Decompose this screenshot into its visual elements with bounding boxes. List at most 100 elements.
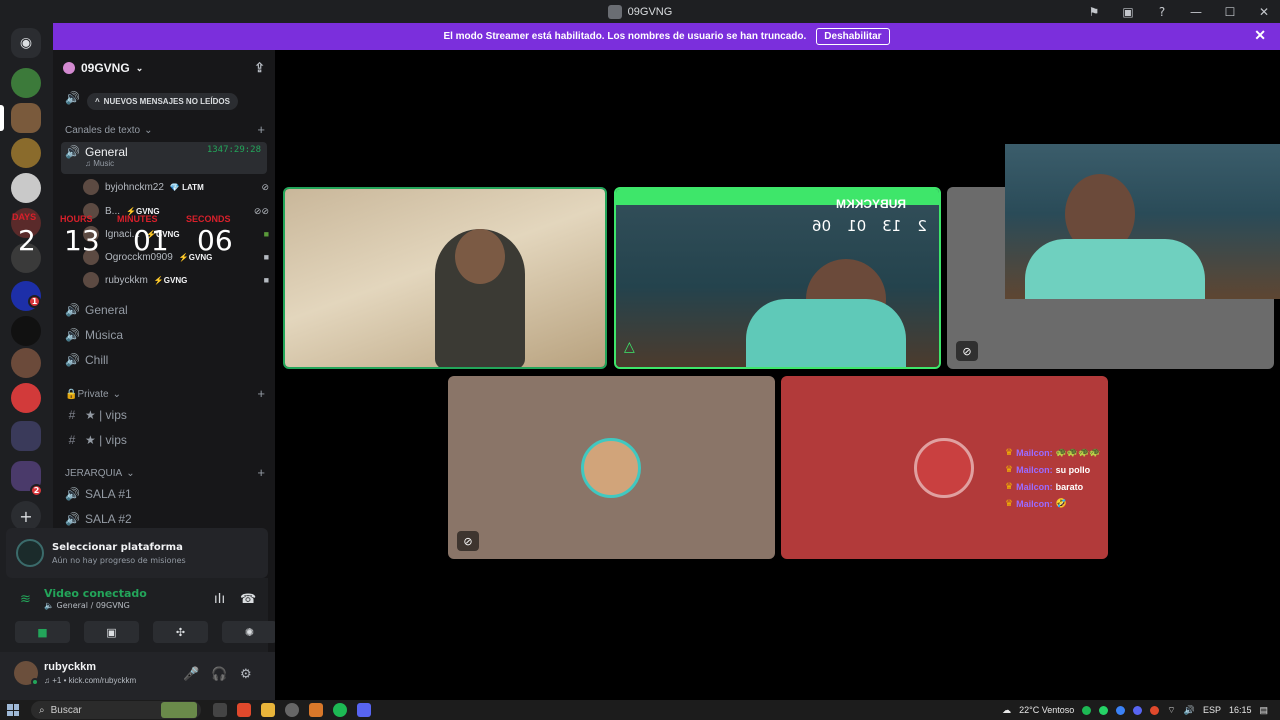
taskbar-search[interactable]: ⌕ Buscar [31, 701, 201, 719]
notification-icon[interactable]: ▤ [1259, 705, 1268, 716]
settings-gear-icon[interactable]: ⚙ [240, 666, 252, 682]
chat-line: ♛ Mailcon: barato [1005, 478, 1100, 495]
crown-icon: ♛ [1005, 464, 1014, 474]
close-icon[interactable]: ✕ [1254, 27, 1266, 44]
discord-home-icon[interactable]: ◉ [11, 28, 41, 58]
channel-vips[interactable]: # ★ | vips [61, 429, 267, 451]
quest-title: Seleccionar plataforma [52, 541, 183, 553]
category-private[interactable]: 🔒Private ⌄ [65, 389, 121, 400]
channel-name: General [85, 303, 128, 317]
app-tray-icon[interactable] [1150, 705, 1160, 715]
crown-icon: ♛ [1005, 498, 1014, 508]
voice-user[interactable]: B... ⚡GVNG ⊘⊘ [83, 201, 269, 221]
chevron-down-icon: ⌄ [135, 62, 144, 73]
voice-user[interactable]: Ogrocckm0909 ⚡GVNG ■ [83, 247, 269, 267]
picture-in-picture[interactable] [1005, 144, 1280, 299]
channel-general-voice[interactable]: 🔊 General [61, 299, 267, 321]
microphone-icon[interactable]: 🎤 [183, 666, 199, 682]
overlay-minutes: 01 [847, 217, 867, 235]
video-tile[interactable]: RUBYCKKM 2 13 01 06 △ [614, 187, 941, 369]
server-icon[interactable] [11, 208, 41, 238]
minimize-icon[interactable]: — [1188, 5, 1204, 19]
screen-share-button[interactable]: ▣ [84, 621, 139, 643]
start-button-icon[interactable] [7, 704, 19, 716]
noise-suppression-icon[interactable]: ıIı [214, 592, 225, 607]
wifi-icon[interactable]: ⌔ [1167, 705, 1175, 716]
connection-channel[interactable]: 🔈 General / 09GVNG [44, 601, 130, 610]
voice-user[interactable]: rubyckkm ⚡GVNG ■ [83, 270, 269, 290]
channel-vips[interactable]: # ★ | vips [61, 404, 267, 426]
server-icon[interactable] [11, 103, 41, 133]
channel-name: ★ | vips [85, 433, 127, 447]
bluetooth-tray-icon[interactable] [1116, 705, 1126, 715]
maximize-icon[interactable]: ☐ [1222, 5, 1238, 19]
category-jerarquia[interactable]: JERARQUIA ⌄ [65, 468, 135, 479]
soundboard-button[interactable]: ✺ [222, 621, 277, 643]
unread-messages-pill[interactable]: ^ NUEVOS MENSAJES NO LEÍDOS [87, 93, 238, 110]
activities-button[interactable]: ✣ [153, 621, 208, 643]
server-icon[interactable] [11, 243, 41, 273]
discord-tray-icon[interactable] [1133, 705, 1143, 715]
popout-icon[interactable]: ▣ [1120, 5, 1136, 19]
video-tile[interactable]: ⊘ [448, 376, 775, 559]
invite-icon[interactable]: ⇪ [254, 60, 265, 76]
headphones-icon[interactable]: 🎧 [211, 666, 227, 682]
app-icon[interactable] [309, 703, 323, 717]
add-channel-icon[interactable]: + [257, 465, 265, 480]
add-server-icon[interactable]: + [11, 501, 41, 531]
language-indicator[interactable]: ESP [1203, 705, 1221, 715]
voice-user-name: rubyckkm [105, 274, 148, 286]
chat-message: su pollo [1055, 464, 1091, 475]
speaker-icon: 🔊 [65, 91, 80, 105]
title-bar: 09GVNG ⚑ ▣ ? — ☐ ✕ [0, 0, 1280, 23]
add-channel-icon[interactable]: + [257, 386, 265, 401]
chat-overlay: ♛ Mailcon: 🐢🐢🐢🐢 ♛ Mailcon: su pollo ♛ Ma… [1005, 444, 1100, 512]
voice-user[interactable]: Ignaci... ⚡GVNG ■ [83, 224, 269, 244]
guild-header[interactable]: 09GVNG ⌄ ⇪ [53, 50, 275, 86]
username[interactable]: rubyckkm [44, 661, 96, 673]
disconnect-icon[interactable]: ☎ [240, 592, 256, 607]
channel-chill[interactable]: 🔊 Chill [61, 349, 267, 371]
spotify-tray-icon[interactable] [1082, 705, 1092, 715]
whatsapp-tray-icon[interactable] [1099, 705, 1109, 715]
connection-status[interactable]: Video conectado [44, 587, 147, 600]
server-icon[interactable] [11, 316, 41, 346]
help-icon[interactable]: ? [1154, 5, 1170, 19]
channel-sala-2[interactable]: 🔊 SALA #2 [61, 508, 267, 530]
channel-musica[interactable]: 🔊 Música [61, 324, 267, 346]
inbox-icon[interactable]: ⚑ [1086, 5, 1102, 19]
discord-icon[interactable] [357, 703, 371, 717]
disable-streamer-button[interactable]: Deshabilitar [816, 28, 890, 45]
server-icon[interactable] [11, 68, 41, 98]
signal-icon[interactable]: ≋ [20, 592, 31, 607]
camera-button[interactable]: ■ [15, 621, 70, 643]
quest-card[interactable]: Seleccionar plataforma Aún no hay progre… [6, 528, 268, 578]
chat-user: Mailcon: [1016, 498, 1053, 509]
voice-user-name: Ogrocckm0909 [105, 251, 173, 263]
clock[interactable]: 16:15 [1229, 705, 1252, 715]
volume-icon[interactable]: 🔊 [1184, 705, 1195, 716]
category-label: 🔒Private [65, 389, 109, 400]
category-text-channels[interactable]: Canales de texto ⌄ [65, 125, 152, 136]
channel-general-active[interactable]: 🔊 General ♫ Music 1347:29:28 [61, 142, 267, 174]
voice-user[interactable]: byjohnckm22 💎 LATM ⊘ [83, 177, 269, 197]
participant-shirt [746, 299, 906, 367]
server-icon[interactable] [11, 383, 41, 413]
task-view-icon[interactable] [213, 703, 227, 717]
camera-icon: ■ [263, 275, 269, 285]
add-channel-icon[interactable]: + [257, 122, 265, 137]
close-icon[interactable]: ✕ [1256, 5, 1272, 19]
app-icon[interactable] [285, 703, 299, 717]
server-icon[interactable] [11, 138, 41, 168]
spotify-icon[interactable] [333, 703, 347, 717]
server-icon[interactable] [11, 348, 41, 378]
crown-icon: ♛ [1005, 447, 1014, 457]
channel-sala-1[interactable]: 🔊 SALA #1 [61, 483, 267, 505]
server-folder-icon[interactable] [11, 421, 41, 451]
weather-text[interactable]: 22°C Ventoso [1019, 705, 1074, 715]
brave-icon[interactable] [237, 703, 251, 717]
server-icon[interactable] [11, 173, 41, 203]
video-tile[interactable] [283, 187, 607, 369]
file-explorer-icon[interactable] [261, 703, 275, 717]
window-title-text: 09GVNG [627, 5, 673, 18]
